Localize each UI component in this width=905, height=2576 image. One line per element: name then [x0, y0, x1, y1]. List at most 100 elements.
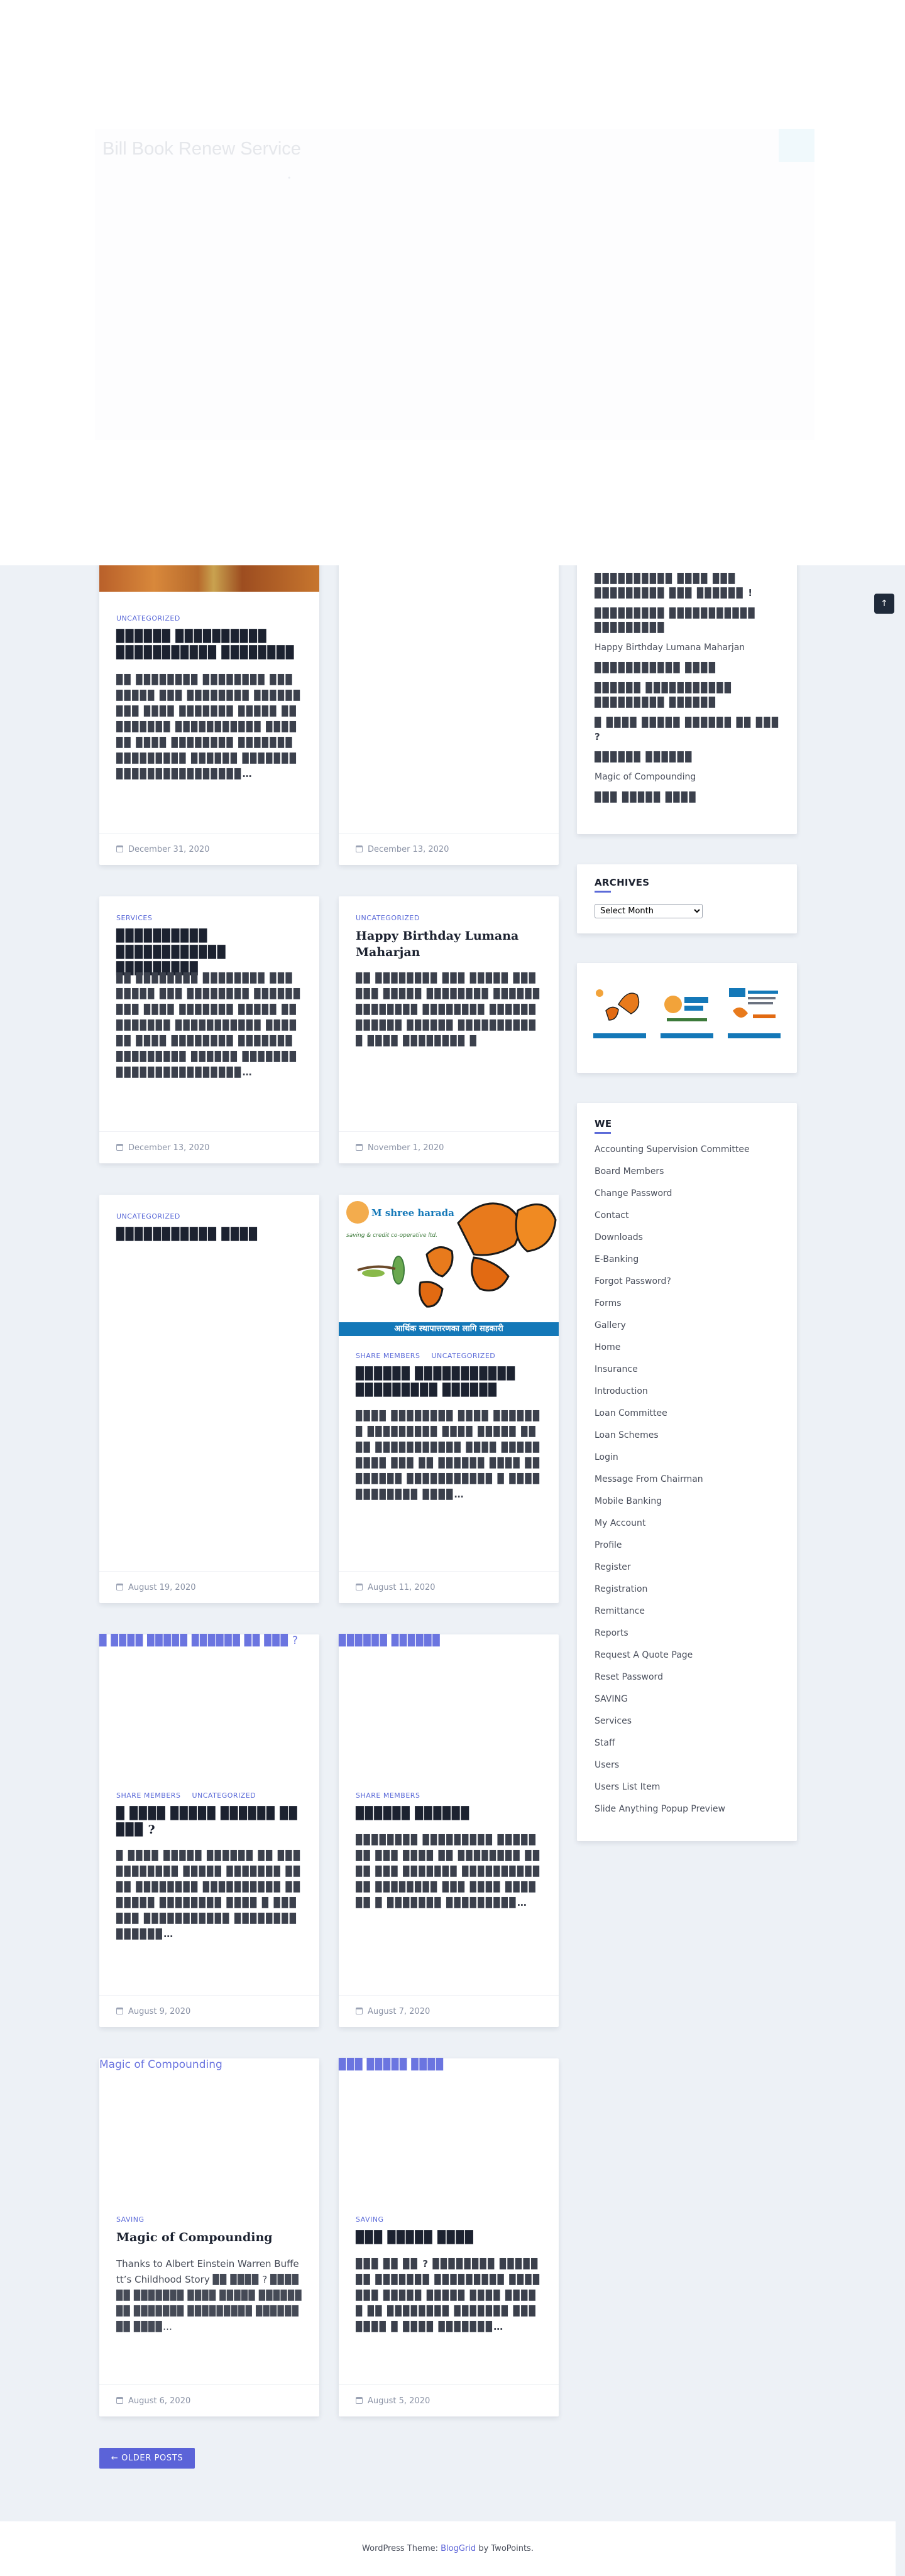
- recent-post-link[interactable]: ▉▉▉▉▉▉ ▉▉▉▉▉▉▉▉▉▉▉ ▉▉▉▉▉▉▉▉▉ ▉▉▉▉▉▉: [595, 681, 783, 710]
- page-link[interactable]: Insurance: [595, 1364, 783, 1386]
- page-link[interactable]: Board Members: [595, 1166, 783, 1188]
- post-title[interactable]: ▉▉▉▉▉▉▉▉▉▉ ▉▉▉▉▉▉▉▉▉▉▉▉ ▉▉▉▉▉▉▉▉▉: [116, 928, 302, 977]
- category-link[interactable]: UNCATEGORIZED: [192, 1791, 256, 1800]
- archives-widget: ARCHIVES Select Month: [577, 864, 797, 933]
- page-link[interactable]: Downloads: [595, 1232, 783, 1254]
- page-link[interactable]: Contact: [595, 1210, 783, 1232]
- category-link[interactable]: SAVING: [356, 2215, 384, 2224]
- post-date-text[interactable]: December 13, 2020: [368, 845, 449, 854]
- post-title[interactable]: ▉ ▉▉▉▉ ▉▉▉▉▉ ▉▉▉▉▉▉ ▉▉ ▉▉▉ ?: [116, 1805, 302, 1838]
- page-link[interactable]: Mobile Banking: [595, 1496, 783, 1518]
- post-title[interactable]: ▉▉▉▉▉▉ ▉▉▉▉▉▉▉▉▉▉ ▉▉▉▉▉▉▉▉▉▉▉ ▉▉▉▉▉▉▉▉: [116, 628, 302, 661]
- page-link[interactable]: Loan Committee: [595, 1408, 783, 1430]
- recent-post-link[interactable]: ▉▉▉▉▉▉▉▉▉▉ ▉▉▉▉ ▉▉▉ ▉▉▉▉▉▉▉▉▉ ▉▉▉ ▉▉▉▉▉▉…: [595, 572, 783, 601]
- calendar-icon: [116, 1584, 123, 1590]
- older-posts-button[interactable]: ← OLDER POSTS: [99, 2448, 195, 2469]
- archive-month-select[interactable]: Select Month: [595, 904, 703, 918]
- ad-banner-art: [661, 986, 713, 1030]
- post-thumbnail-broken[interactable]: Magic of Compounding: [99, 2058, 319, 2209]
- post-card: Magic of Compounding SAVING Magic of Com…: [99, 2058, 319, 2416]
- page-link[interactable]: Staff: [595, 1738, 783, 1760]
- page-link[interactable]: Home: [595, 1342, 783, 1364]
- page-link[interactable]: Loan Schemes: [595, 1430, 783, 1452]
- recent-post-link[interactable]: Happy Birthday Lumana Maharjan: [595, 641, 783, 655]
- page-link[interactable]: Forgot Password?: [595, 1276, 783, 1298]
- page-link[interactable]: Change Password: [595, 1188, 783, 1210]
- page-link[interactable]: Services: [595, 1716, 783, 1738]
- page-link[interactable]: Login: [595, 1452, 783, 1474]
- post-date-text[interactable]: August 9, 2020: [128, 2007, 190, 2016]
- page-link[interactable]: SAVING: [595, 1694, 783, 1716]
- page-link[interactable]: Users List Item: [595, 1782, 783, 1804]
- page-link[interactable]: Introduction: [595, 1386, 783, 1408]
- recent-post-link[interactable]: ▉▉▉▉▉▉▉▉▉ ▉▉▉▉▉▉▉▉▉▉▉ ▉▉▉▉▉▉▉▉▉: [595, 606, 783, 635]
- post-title[interactable]: Happy Birthday Lumana Maharjan: [356, 928, 542, 960]
- category-link[interactable]: UNCATEGORIZED: [356, 914, 420, 922]
- page-link[interactable]: Users: [595, 1760, 783, 1782]
- post-card: ▉ ▉▉▉▉ ▉▉▉▉▉ ▉▉▉▉▉▉ ▉▉ ▉▉▉ ? SHARE MEMBE…: [99, 1634, 319, 2027]
- ad-banner[interactable]: [593, 986, 646, 1038]
- post-thumbnail[interactable]: M shree harada saving & credit co-operat…: [339, 1195, 559, 1336]
- popup-close-button[interactable]: [779, 129, 814, 162]
- ad-banner-stripe: [661, 1033, 713, 1038]
- back-to-top-button[interactable]: ↑: [874, 594, 894, 614]
- post-categories: SHARE MEMBERS UNCATEGORIZED: [116, 1791, 265, 1800]
- page-link[interactable]: Register: [595, 1562, 783, 1584]
- post-date-text[interactable]: December 13, 2020: [128, 1143, 209, 1153]
- post-date-text[interactable]: August 5, 2020: [368, 2396, 430, 2406]
- post-date-text[interactable]: August 11, 2020: [368, 1583, 436, 1592]
- category-link[interactable]: SHARE MEMBERS: [116, 1791, 180, 1800]
- post-title[interactable]: ▉▉▉ ▉▉▉▉▉ ▉▉▉▉: [356, 2229, 542, 2246]
- page-link[interactable]: Gallery: [595, 1320, 783, 1342]
- post-card: December 13, 2020: [339, 553, 559, 865]
- calendar-icon: [116, 845, 123, 852]
- post-date-text[interactable]: August 6, 2020: [128, 2396, 190, 2406]
- recent-post-link[interactable]: ▉▉▉▉▉▉ ▉▉▉▉▉▉: [595, 750, 783, 764]
- post-title[interactable]: Magic of Compounding: [116, 2229, 302, 2246]
- ad-banner[interactable]: [728, 986, 781, 1038]
- post-categories: SAVING: [116, 2215, 153, 2224]
- calendar-icon: [356, 845, 363, 852]
- page-link[interactable]: Accounting Supervision Committee: [595, 1144, 783, 1166]
- ad-banner-stripe: [728, 1033, 781, 1038]
- ad-banner[interactable]: [661, 986, 713, 1038]
- category-link[interactable]: SERVICES: [116, 914, 152, 922]
- recent-post-link[interactable]: ▉▉▉ ▉▉▉▉▉ ▉▉▉▉: [595, 790, 783, 805]
- post-date-text[interactable]: December 31, 2020: [128, 845, 209, 854]
- post-title[interactable]: ▉▉▉▉▉▉ ▉▉▉▉▉▉▉▉▉▉▉ ▉▉▉▉▉▉▉▉▉ ▉▉▉▉▉▉: [356, 1366, 542, 1398]
- post-thumbnail-broken[interactable]: ▉▉▉ ▉▉▉▉▉ ▉▉▉▉: [339, 2058, 559, 2209]
- page-link[interactable]: Request A Quote Page: [595, 1650, 783, 1672]
- category-link[interactable]: SHARE MEMBERS: [356, 1352, 420, 1360]
- theme-link[interactable]: BlogGrid: [441, 2544, 476, 2553]
- post-thumbnail-broken[interactable]: ▉ ▉▉▉▉ ▉▉▉▉▉ ▉▉▉▉▉▉ ▉▉ ▉▉▉ ?: [99, 1634, 319, 1785]
- page-link[interactable]: Reports: [595, 1628, 783, 1650]
- recent-post-link[interactable]: Magic of Compounding: [595, 770, 783, 785]
- post-excerpt: ▉▉ ▉▉▉▉▉▉▉▉ ▉▉▉▉▉▉▉▉ ▉▉▉ ▉▉▉▉▉ ▉▉▉ ▉▉▉▉▉…: [116, 972, 302, 1078]
- post-title[interactable]: ▉▉▉▉▉▉ ▉▉▉▉▉▉: [356, 1805, 542, 1822]
- post-title[interactable]: ▉▉▉▉▉▉▉▉▉▉▉ ▉▉▉▉: [116, 1226, 302, 1242]
- recent-posts-list: ▉▉▉▉▉▉▉▉▉▉ ▉▉▉▉ ▉▉▉ ▉▉▉▉▉▉▉▉▉ ▉▉▉ ▉▉▉▉▉▉…: [595, 572, 783, 810]
- category-link[interactable]: SHARE MEMBERS: [356, 1791, 420, 1800]
- page-link[interactable]: Slide Anything Popup Preview: [595, 1804, 783, 1826]
- recent-post-link[interactable]: ▉ ▉▉▉▉ ▉▉▉▉▉ ▉▉▉▉▉▉ ▉▉ ▉▉▉ ?: [595, 715, 783, 744]
- page-link[interactable]: Remittance: [595, 1606, 783, 1628]
- banner-text: आर्थिक स्थापात्तरणका लागि सहकारी: [339, 1322, 559, 1336]
- page-link[interactable]: Profile: [595, 1540, 783, 1562]
- page-link[interactable]: Message From Chairman: [595, 1474, 783, 1496]
- category-link[interactable]: UNCATEGORIZED: [431, 1352, 495, 1360]
- page-link[interactable]: My Account: [595, 1518, 783, 1540]
- category-link[interactable]: SAVING: [116, 2215, 145, 2224]
- post-thumbnail-broken[interactable]: ▉▉▉▉▉▉ ▉▉▉▉▉▉: [339, 1634, 559, 1785]
- logo-text: M shree harada: [371, 1207, 454, 1219]
- recent-post-link[interactable]: ▉▉▉▉▉▉▉▉▉▉▉ ▉▉▉▉: [595, 661, 783, 675]
- page-link[interactable]: Registration: [595, 1584, 783, 1606]
- category-link[interactable]: UNCATEGORIZED: [116, 1212, 180, 1220]
- footer-suffix: by TwoPoints.: [476, 2544, 534, 2553]
- post-date-text[interactable]: August 19, 2020: [128, 1583, 196, 1592]
- page-link[interactable]: Forms: [595, 1298, 783, 1320]
- post-date-text[interactable]: August 7, 2020: [368, 2007, 430, 2016]
- page-link[interactable]: E-Banking: [595, 1254, 783, 1276]
- category-link[interactable]: UNCATEGORIZED: [116, 614, 180, 622]
- page-link[interactable]: Reset Password: [595, 1672, 783, 1694]
- post-date-text[interactable]: November 1, 2020: [368, 1143, 444, 1153]
